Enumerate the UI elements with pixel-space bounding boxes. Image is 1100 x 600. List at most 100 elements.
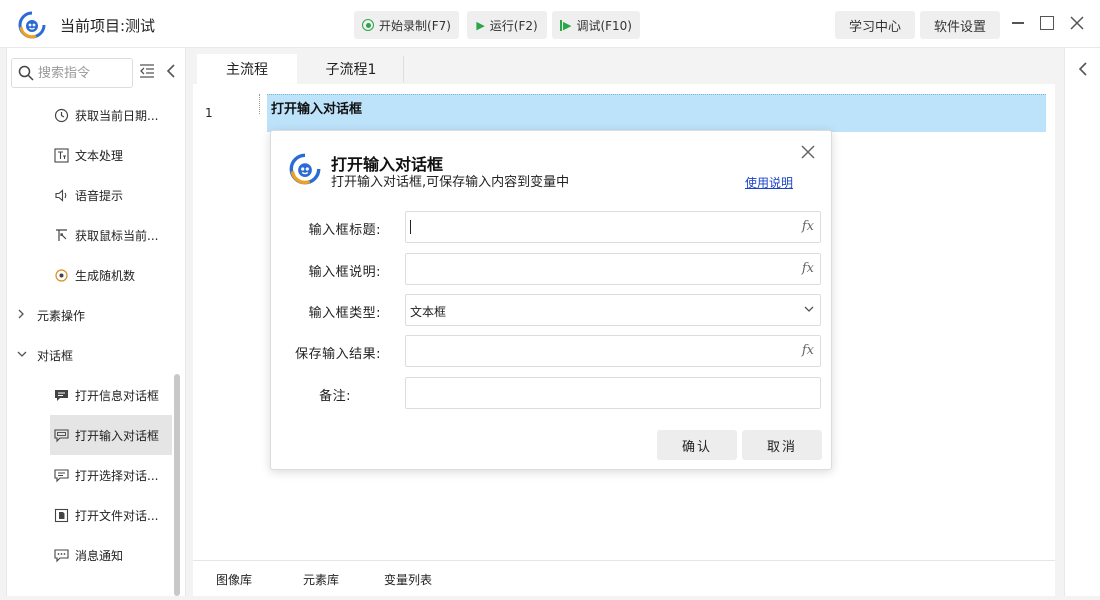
learning-center-label: 学习中心 <box>848 19 901 35</box>
title-input[interactable] <box>410 218 790 238</box>
tab-divider <box>403 56 404 82</box>
sidebar-item-select-dialog[interactable]: 打开选择对话... <box>53 455 158 495</box>
sidebar-item-message-dialog[interactable]: 打开信息对话框 <box>53 375 159 415</box>
maximize-button[interactable] <box>1036 12 1058 34</box>
sidebar-item-random-number[interactable]: 生成随机数 <box>53 255 135 295</box>
description-input[interactable] <box>410 260 790 280</box>
debug-button[interactable]: ▶ 调试(F10) <box>552 11 640 39</box>
field-label-save-result: 保存输入结果: <box>295 347 381 362</box>
sidebar-group-dialog[interactable]: 对话框 <box>17 335 73 375</box>
learning-center-button[interactable]: 学习中心 <box>835 11 915 39</box>
maximize-icon <box>1040 16 1054 30</box>
title-bar: 当前项目:测试 开始录制(F7) ▶ 运行(F2) ▶ 调试(F10) 学习中心… <box>0 0 1100 48</box>
sidebar-group-label: 对话框 <box>37 348 74 363</box>
chevron-left-icon[interactable] <box>165 64 177 78</box>
close-window-button[interactable] <box>1066 12 1088 34</box>
close-icon[interactable] <box>799 143 817 161</box>
search-input[interactable] <box>38 63 128 83</box>
command-sidebar: 获取当前日期... 文本处理 语音提示 获取鼠标当前... 生成随机数 元素操作 <box>6 48 186 596</box>
tab-label: 子流程1 <box>325 62 377 78</box>
app-logo-icon <box>289 153 321 185</box>
sidebar-group-label: 元素操作 <box>37 308 86 323</box>
sidebar-scrollbar[interactable] <box>174 374 180 596</box>
input-dialog-config: 打开输入对话框 打开输入对话框,可保存输入内容到变量中 使用说明 输入框标题: … <box>270 130 832 470</box>
confirm-button[interactable]: 确认 <box>657 430 737 460</box>
file-box-icon <box>53 507 69 523</box>
sidebar-item-label: 打开输入对话框 <box>75 428 160 443</box>
input-box-icon <box>53 427 69 443</box>
sidebar-item-input-dialog[interactable]: 打开输入对话框 <box>50 415 172 455</box>
run-button[interactable]: ▶ 运行(F2) <box>467 11 547 39</box>
tab-subflow-1[interactable]: 子流程1 <box>301 54 401 84</box>
minimize-icon <box>1012 22 1024 24</box>
text-icon <box>53 147 69 163</box>
confirm-label: 确认 <box>681 439 712 455</box>
sidebar-item-text-processing[interactable]: 文本处理 <box>53 135 123 175</box>
sidebar-item-label: 文本处理 <box>75 148 124 163</box>
collapse-all-icon[interactable] <box>139 64 155 78</box>
flow-tabs: 主流程 子流程1 <box>193 48 1055 84</box>
sidebar-item-notify[interactable]: 消息通知 <box>53 535 123 575</box>
field-label-title: 输入框标题: <box>308 223 381 238</box>
save-result-input[interactable] <box>410 342 790 362</box>
line-number: 1 <box>205 106 213 120</box>
type-select[interactable]: 文本框 <box>405 294 821 326</box>
chevron-left-icon[interactable] <box>1077 62 1089 76</box>
fx-icon[interactable]: fx <box>802 261 814 276</box>
search-icon <box>18 65 34 81</box>
sidebar-item-label: 获取鼠标当前... <box>75 228 159 243</box>
chevron-down-icon <box>804 306 814 312</box>
description-field[interactable]: fx <box>405 253 821 285</box>
fx-icon[interactable]: fx <box>802 219 814 234</box>
tab-label: 主流程 <box>226 62 268 78</box>
tab-element-library[interactable]: 元素库 <box>303 571 339 588</box>
tab-variable-list[interactable]: 变量列表 <box>384 571 432 588</box>
right-panel <box>1064 48 1100 596</box>
start-record-label: 开始录制(F7) <box>379 18 451 33</box>
sidebar-item-label: 打开文件对话... <box>75 508 159 523</box>
save-result-field[interactable]: fx <box>405 335 821 367</box>
field-label-description: 输入框说明: <box>308 265 381 280</box>
sidebar-item-label: 打开选择对话... <box>75 468 159 483</box>
help-link[interactable]: 使用说明 <box>745 174 793 191</box>
note-field[interactable] <box>405 377 821 409</box>
random-icon <box>53 267 69 283</box>
sidebar-item-voice-prompt[interactable]: 语音提示 <box>53 175 123 215</box>
speaker-icon <box>53 187 69 203</box>
cancel-button[interactable]: 取消 <box>742 430 822 460</box>
sidebar-item-label: 消息通知 <box>75 548 124 563</box>
debug-label: 调试(F10) <box>576 18 632 33</box>
type-select-value: 文本框 <box>410 305 447 319</box>
left-gutter <box>186 48 193 596</box>
sidebar-group-element-ops[interactable]: 元素操作 <box>17 295 85 335</box>
debug-play-icon: ▶ <box>560 19 571 32</box>
dialog-subtitle: 打开输入对话框,可保存输入内容到变量中 <box>331 175 570 190</box>
fx-icon[interactable]: fx <box>802 343 814 358</box>
search-box <box>11 58 133 88</box>
right-gutter <box>1055 48 1064 596</box>
start-record-button[interactable]: 开始录制(F7) <box>354 11 459 39</box>
title-field[interactable]: fx <box>405 211 821 243</box>
sidebar-item-get-mouse[interactable]: 获取鼠标当前... <box>53 215 158 255</box>
app-logo-icon <box>18 11 46 39</box>
software-settings-button[interactable]: 软件设置 <box>920 11 1000 39</box>
chevron-right-icon <box>17 309 31 322</box>
tab-main-flow[interactable]: 主流程 <box>197 54 297 84</box>
sidebar-item-label: 打开信息对话框 <box>75 388 160 403</box>
close-icon <box>1070 16 1084 30</box>
sidebar-item-label: 语音提示 <box>75 188 124 203</box>
bottom-panel-tabs: 图像库 元素库 变量列表 <box>193 560 1055 596</box>
record-icon <box>362 19 375 31</box>
sidebar-item-file-dialog[interactable]: 打开文件对话... <box>53 495 158 535</box>
clock-icon <box>53 107 69 123</box>
flow-step-row[interactable]: 打开输入对话框 <box>267 94 1046 132</box>
flow-step-label: 打开输入对话框 <box>271 102 363 117</box>
play-icon: ▶ <box>476 18 485 32</box>
notify-icon <box>53 547 69 563</box>
sidebar-item-get-date[interactable]: 获取当前日期... <box>53 95 158 135</box>
outer-frame-bottom <box>0 596 1100 600</box>
field-label-type: 输入框类型: <box>308 306 381 321</box>
note-input[interactable] <box>410 384 790 404</box>
minimize-button[interactable] <box>1007 12 1029 34</box>
tab-image-library[interactable]: 图像库 <box>216 571 252 588</box>
